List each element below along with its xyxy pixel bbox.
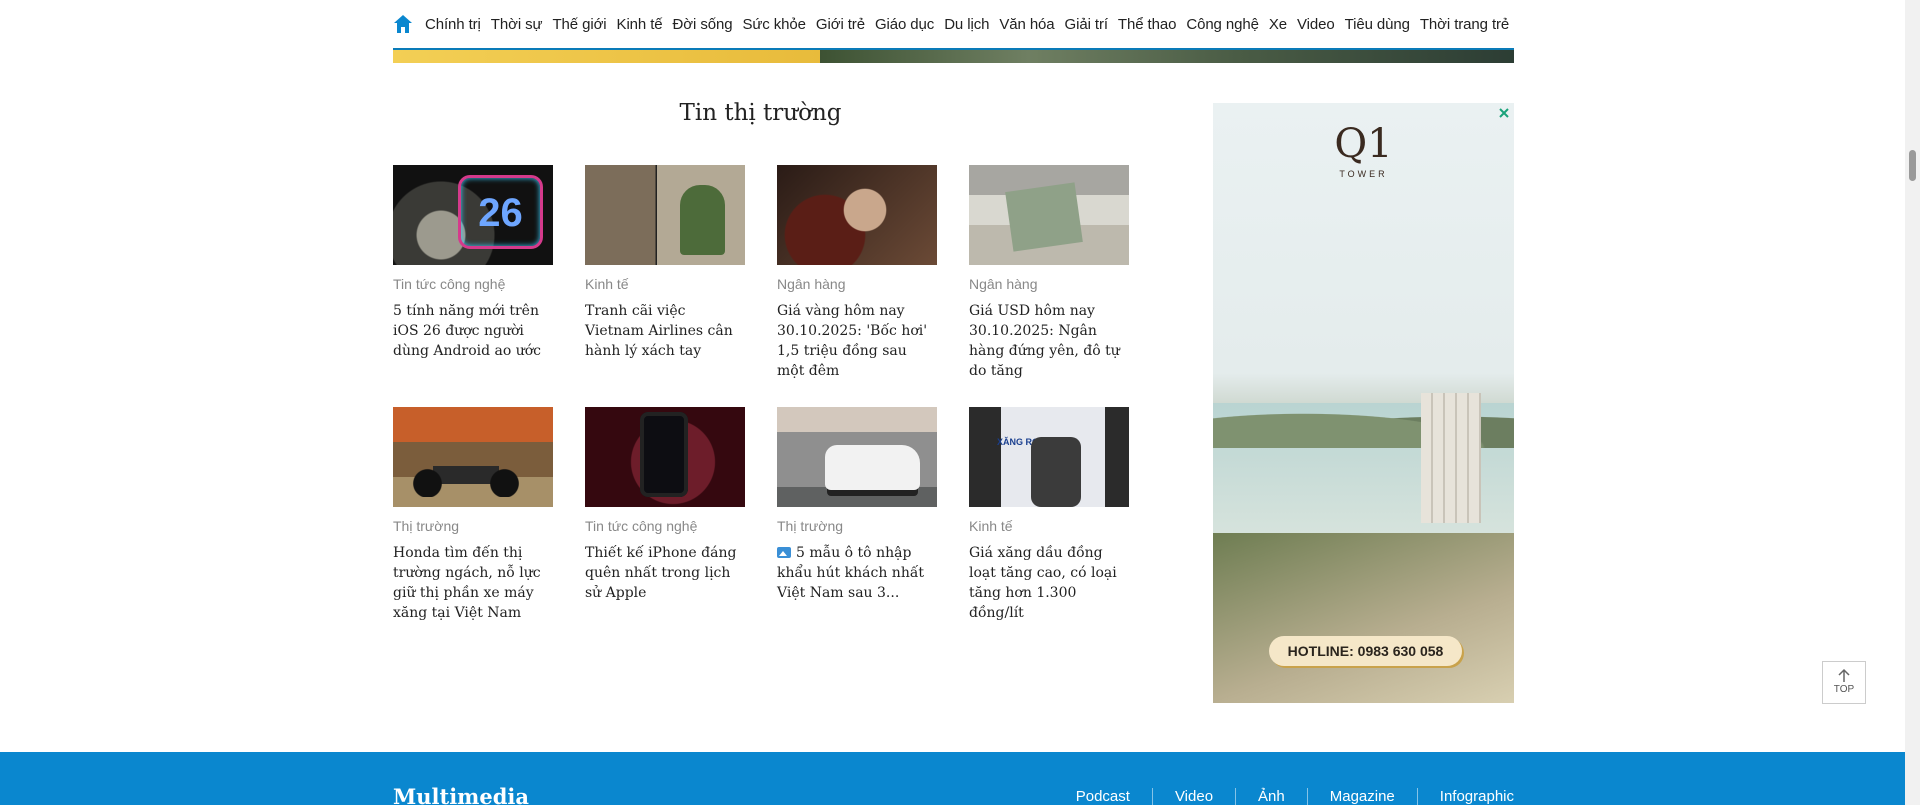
nav-item-the-gioi[interactable]: Thế giới (552, 16, 606, 33)
ad-land-image (1213, 533, 1514, 703)
article-title[interactable]: Giá USD hôm nay 30.10.2025: Ngân hàng đứ… (969, 301, 1129, 381)
nav-item-xe[interactable]: Xe (1269, 16, 1287, 33)
banner-strip[interactable] (393, 48, 1514, 63)
article-title[interactable]: Giá xăng dầu đồng loạt tăng cao, có loại… (969, 543, 1129, 623)
page-scrollbar[interactable] (1905, 0, 1920, 805)
article-category[interactable]: Thị trường (777, 517, 937, 535)
nav-item-kinh-te[interactable]: Kinh tế (617, 16, 663, 33)
nav-item-giao-duc[interactable]: Giáo dục (875, 16, 934, 33)
ad-choices-icon[interactable] (1498, 107, 1510, 119)
nav-item-the-thao[interactable]: Thể thao (1118, 16, 1177, 33)
multimedia-section-header: Multimedia Podcast Video Ảnh Magazine In… (0, 752, 1905, 805)
article-category[interactable]: Ngân hàng (777, 275, 937, 293)
article-grid: 26 Tin tức công nghệ 5 tính năng mới trê… (393, 165, 1129, 623)
article-title[interactable]: Thiết kế iPhone đáng quên nhất trong lịc… (585, 543, 745, 603)
section-title[interactable]: Tin thị trường (393, 100, 1128, 126)
footer-link-infographic[interactable]: Infographic (1416, 788, 1514, 805)
nav-item-van-hoa[interactable]: Văn hóa (999, 16, 1054, 33)
footer-link-podcast[interactable]: Podcast (1054, 788, 1152, 805)
nav-item-doi-song[interactable]: Đời sống (673, 16, 733, 33)
banner-image-right (820, 50, 1514, 63)
back-to-top-button[interactable]: TOP (1822, 661, 1866, 704)
article-title[interactable]: 5 tính năng mới trên iOS 26 được người d… (393, 301, 553, 361)
article-title[interactable]: Tranh cãi việc Vietnam Airlines cân hành… (585, 301, 745, 361)
thumbnail-text: 26 (458, 175, 543, 249)
article-title[interactable]: Giá vàng hôm nay 30.10.2025: 'Bốc hơi' 1… (777, 301, 937, 381)
article-category[interactable]: Tin tức công nghệ (585, 517, 745, 535)
article-category[interactable]: Kinh tế (969, 517, 1129, 535)
nav-item-tieu-dung[interactable]: Tiêu dùng (1345, 16, 1410, 33)
article-card[interactable]: 26 Tin tức công nghệ 5 tính năng mới trê… (393, 165, 553, 381)
article-card[interactable]: Thị trường 5 mẫu ô tô nhập khẩu hút khác… (777, 407, 937, 623)
article-thumbnail[interactable] (585, 165, 745, 265)
nav-item-suc-khoe[interactable]: Sức khỏe (742, 16, 806, 33)
top-navigation: Chính trị Thời sự Thế giới Kinh tế Đời s… (0, 0, 1905, 48)
ad-logo-subtitle: TOWER (1339, 169, 1388, 179)
photo-gallery-icon (777, 547, 791, 558)
article-card[interactable]: Tin tức công nghệ Thiết kế iPhone đáng q… (585, 407, 745, 623)
multimedia-title[interactable]: Multimedia (393, 784, 529, 805)
back-to-top-label: TOP (1833, 684, 1855, 695)
ad-logo: Q1 (1334, 121, 1393, 167)
multimedia-links: Podcast Video Ảnh Magazine Infographic (1054, 788, 1514, 805)
article-category[interactable]: Tin tức công nghệ (393, 275, 553, 293)
article-thumbnail[interactable] (393, 407, 553, 507)
article-thumbnail[interactable]: 26 (393, 165, 553, 265)
arrow-up-icon (1838, 668, 1850, 682)
nav-item-du-lich[interactable]: Du lịch (944, 16, 989, 33)
article-thumbnail[interactable] (585, 407, 745, 507)
footer-link-video[interactable]: Video (1151, 788, 1235, 805)
advertisement-banner[interactable]: Q1 TOWER HOTLINE: 0983 630 058 (1213, 103, 1514, 703)
article-category[interactable]: Thị trường (393, 517, 553, 535)
home-icon[interactable] (393, 13, 413, 35)
article-thumbnail[interactable] (969, 165, 1129, 265)
footer-link-anh[interactable]: Ảnh (1235, 788, 1307, 805)
nav-item-video[interactable]: Video (1297, 16, 1335, 33)
footer-link-magazine[interactable]: Magazine (1306, 788, 1417, 805)
article-thumbnail[interactable]: XĂNG RON 95-III (969, 407, 1129, 507)
nav-item-thoi-trang-tre[interactable]: Thời trang trẻ (1420, 16, 1509, 33)
scrollbar-thumb[interactable] (1909, 150, 1916, 181)
nav-item-cong-nghe[interactable]: Công nghệ (1186, 16, 1259, 33)
article-card[interactable]: Ngân hàng Giá vàng hôm nay 30.10.2025: '… (777, 165, 937, 381)
nav-item-giai-tri[interactable]: Giải trí (1065, 16, 1108, 33)
nav-item-thoi-su[interactable]: Thời sự (491, 16, 543, 33)
ad-towers-image (1421, 393, 1481, 523)
article-category[interactable]: Ngân hàng (969, 275, 1129, 293)
article-card[interactable]: XĂNG RON 95-III Kinh tế Giá xăng dầu đồn… (969, 407, 1129, 623)
article-title-text[interactable]: 5 mẫu ô tô nhập khẩu hút khách nhất Việt… (777, 545, 924, 601)
nav-item-chinh-tri[interactable]: Chính trị (425, 16, 481, 33)
article-thumbnail[interactable] (777, 407, 937, 507)
article-card[interactable]: Ngân hàng Giá USD hôm nay 30.10.2025: Ng… (969, 165, 1129, 381)
article-card[interactable]: Kinh tế Tranh cãi việc Vietnam Airlines … (585, 165, 745, 381)
article-title[interactable]: Honda tìm đến thị trường ngách, nỗ lực g… (393, 543, 553, 623)
banner-image-left (393, 50, 820, 63)
nav-menu: Chính trị Thời sự Thế giới Kinh tế Đời s… (393, 0, 1509, 48)
ad-hotline[interactable]: HOTLINE: 0983 630 058 (1269, 636, 1462, 666)
article-category[interactable]: Kinh tế (585, 275, 745, 293)
article-thumbnail[interactable] (777, 165, 937, 265)
nav-item-gioi-tre[interactable]: Giới trẻ (816, 16, 865, 33)
article-card[interactable]: Thị trường Honda tìm đến thị trường ngác… (393, 407, 553, 623)
article-title[interactable]: 5 mẫu ô tô nhập khẩu hút khách nhất Việt… (777, 543, 937, 603)
